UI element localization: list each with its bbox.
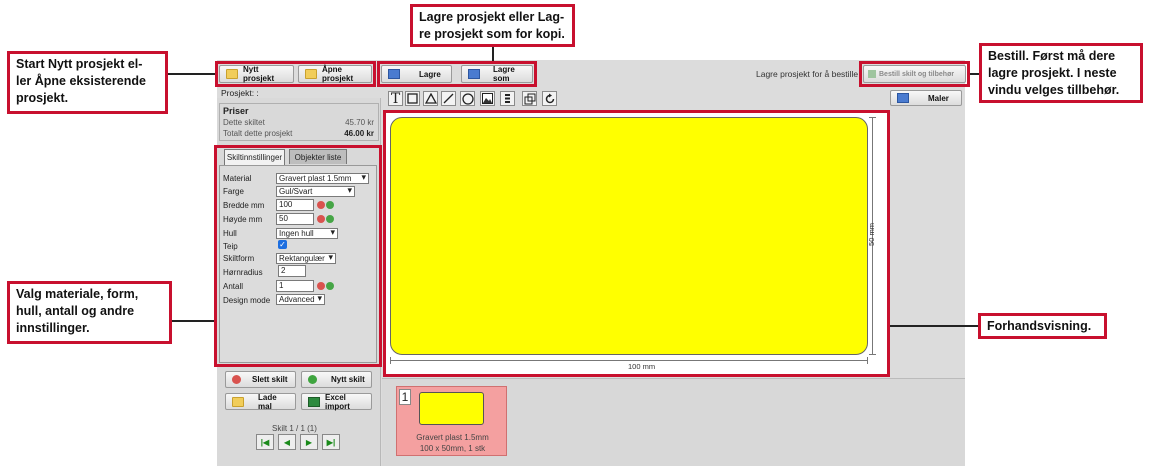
total-price: 46.00 kr bbox=[344, 129, 374, 138]
leader-line bbox=[890, 325, 978, 327]
new-sign-button[interactable]: Nytt skilt bbox=[301, 371, 372, 388]
excel-icon bbox=[308, 396, 320, 407]
highlight-new-open bbox=[215, 61, 376, 87]
folder-icon bbox=[232, 396, 244, 407]
next-page-button[interactable]: ▶ bbox=[300, 434, 318, 450]
barcode-tool-button[interactable] bbox=[500, 91, 515, 106]
leader-line bbox=[492, 45, 494, 61]
thumbnail-number: 1 bbox=[399, 389, 411, 405]
rectangle-icon bbox=[407, 93, 418, 104]
excel-import-button[interactable]: Excel import bbox=[301, 393, 372, 411]
highlight-preview bbox=[383, 110, 890, 377]
resize-icon bbox=[524, 93, 535, 104]
callout-save: Lagre prosjekt eller Lag- re prosjekt so… bbox=[410, 4, 575, 47]
ellipse-tool-button[interactable] bbox=[460, 91, 475, 106]
first-page-button[interactable]: |◀ bbox=[256, 434, 274, 450]
this-sign-label: Dette skiltet bbox=[223, 118, 265, 127]
image-icon bbox=[482, 93, 493, 104]
last-page-button[interactable]: ▶| bbox=[322, 434, 340, 450]
callout-settings: Valg materiale, form, hull, antall og an… bbox=[7, 281, 172, 344]
delete-icon bbox=[232, 375, 241, 384]
load-template-button[interactable]: Lade mal bbox=[225, 393, 296, 411]
rectangle-tool-button[interactable] bbox=[405, 91, 420, 106]
sign-thumbnail[interactable]: 1 Gravert plast 1.5mm 100 x 50mm, 1 stk bbox=[396, 386, 507, 456]
rotate-icon bbox=[545, 93, 554, 103]
leader-line bbox=[168, 73, 215, 75]
circle-icon bbox=[461, 92, 474, 105]
pager-text: Skilt 1 / 1 (1) bbox=[272, 424, 317, 433]
line-tool-button[interactable] bbox=[441, 91, 456, 106]
text-tool-button[interactable]: T bbox=[388, 91, 403, 106]
callout-new-open: Start Nytt prosjekt el- ler Åpne eksiste… bbox=[7, 51, 168, 114]
delete-sign-button[interactable]: Slett skilt bbox=[225, 371, 296, 388]
resize-tool-button[interactable] bbox=[522, 91, 537, 106]
last-icon: ▶| bbox=[326, 437, 336, 447]
prices-box: Priser Dette skiltet 45.70 kr Totalt det… bbox=[219, 103, 379, 141]
disk-icon bbox=[897, 93, 909, 103]
highlight-save bbox=[377, 61, 537, 87]
highlight-order bbox=[859, 61, 970, 87]
callout-preview: Forhandsvisning. bbox=[978, 313, 1107, 339]
this-sign-price: 45.70 kr bbox=[345, 118, 374, 127]
total-label: Totalt dette prosjekt bbox=[223, 129, 293, 138]
thumbnail-sign bbox=[419, 392, 484, 425]
next-icon: ▶ bbox=[305, 437, 313, 447]
first-icon: |◀ bbox=[260, 437, 270, 447]
add-icon bbox=[308, 375, 317, 384]
barcode-icon bbox=[505, 94, 510, 103]
rotate-tool-button[interactable] bbox=[542, 91, 557, 106]
thumbnail-details: 100 x 50mm, 1 stk bbox=[419, 444, 486, 453]
thumbnail-material: Gravert plast 1.5mm bbox=[416, 433, 489, 442]
prev-page-button[interactable]: ◀ bbox=[278, 434, 296, 450]
triangle-tool-button[interactable] bbox=[423, 91, 438, 106]
image-tool-button[interactable] bbox=[480, 91, 495, 106]
prev-icon: ◀ bbox=[283, 437, 291, 447]
project-label: Prosjekt: : bbox=[221, 88, 259, 98]
highlight-settings bbox=[214, 145, 382, 367]
callout-order: Bestill. Først må dere lagre prosjekt. I… bbox=[979, 43, 1143, 103]
save-hint-text: Lagre prosjekt for å bestille bbox=[756, 69, 859, 79]
templates-button[interactable]: Maler bbox=[890, 90, 962, 106]
leader-line bbox=[172, 320, 214, 322]
line-icon bbox=[443, 93, 454, 104]
triangle-icon bbox=[424, 93, 437, 104]
text-icon: T bbox=[390, 90, 401, 107]
prices-title: Priser bbox=[223, 106, 249, 116]
